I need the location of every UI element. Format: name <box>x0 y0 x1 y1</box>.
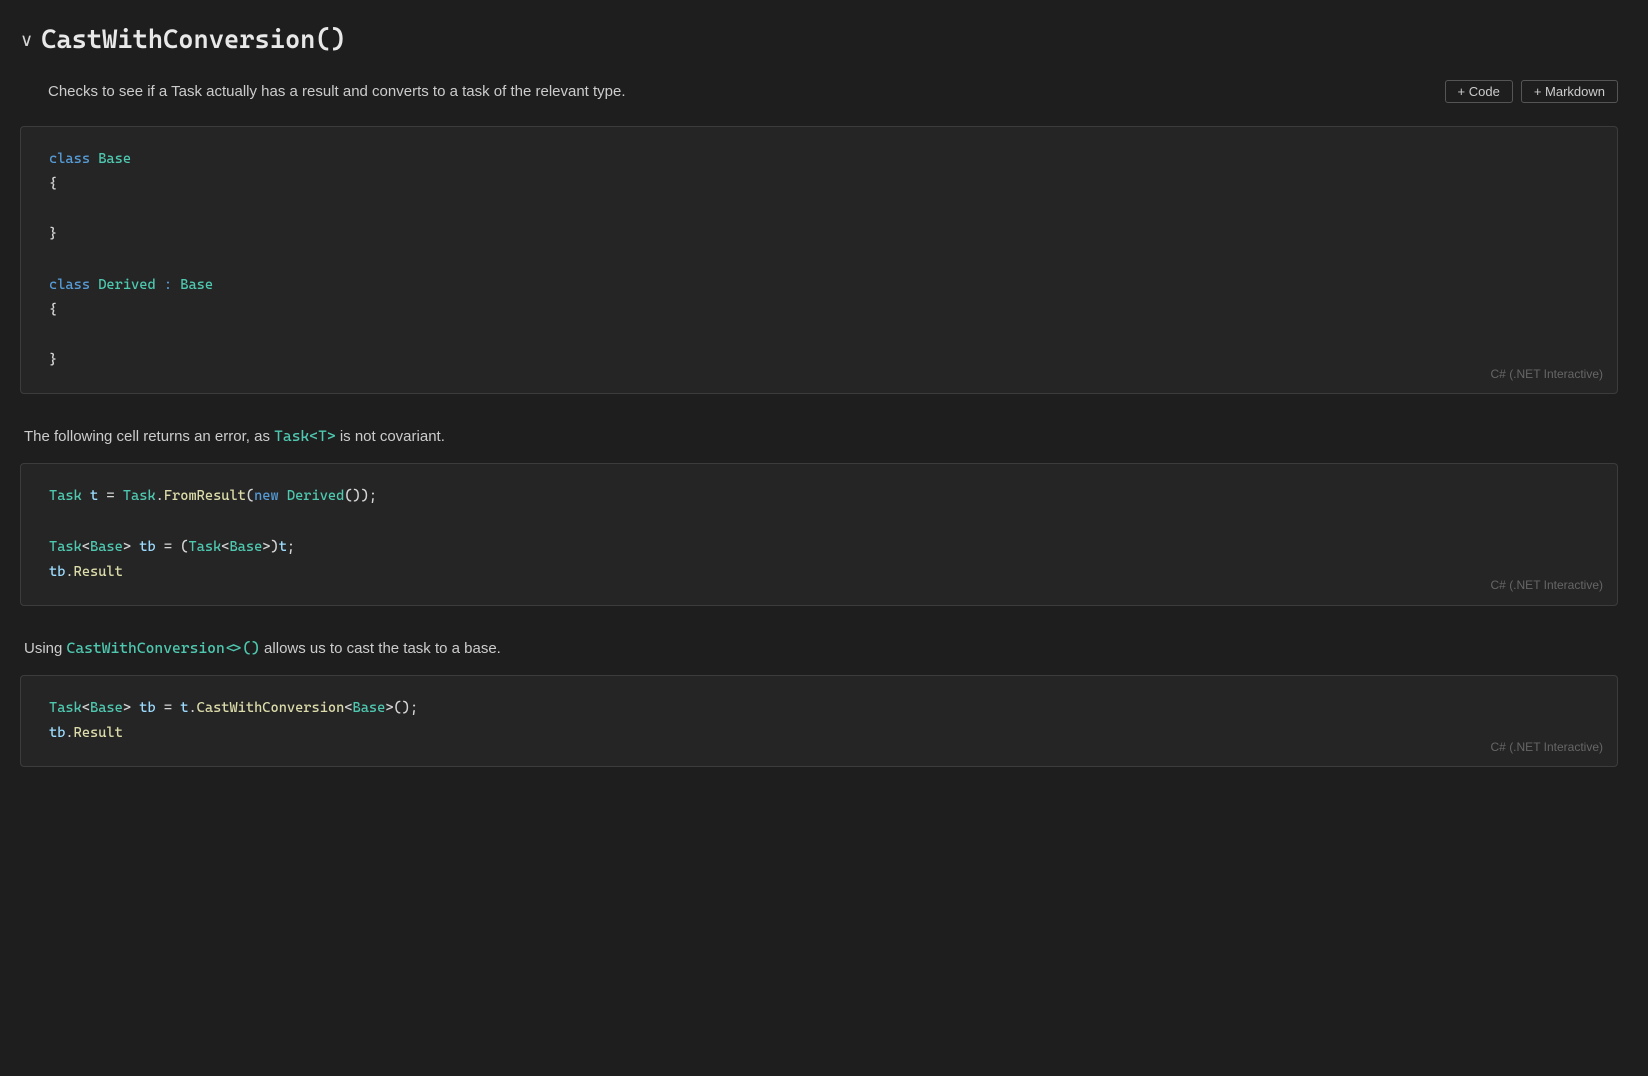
code-token: t <box>90 488 98 504</box>
code-line: Task<Base> tb = t.CastWithConversion<Bas… <box>49 696 1589 721</box>
code-token: CastWithConversion <box>197 700 345 716</box>
chevron-icon[interactable]: ∨ <box>20 26 33 55</box>
code-token <box>156 277 164 293</box>
code-line: { <box>49 172 1589 197</box>
section-header: ∨ CastWithConversion() <box>20 20 1618 62</box>
code-token: } <box>49 226 57 242</box>
code-token: > <box>123 539 139 555</box>
code-token: >) <box>262 539 278 555</box>
code-token: >(); <box>385 700 418 716</box>
prose2-before: The following cell returns an error, as <box>24 428 274 445</box>
code-line: Task t = Task.FromResult(new Derived()); <box>49 484 1589 509</box>
prose3-before: Using <box>24 640 67 657</box>
add-markdown-button[interactable]: + Markdown <box>1521 80 1618 103</box>
code-token: . <box>65 564 73 580</box>
toolbar: + Code + Markdown <box>1445 80 1618 103</box>
code-line: } <box>49 348 1589 373</box>
empty-line <box>49 323 1589 348</box>
code-token: tb <box>49 725 65 741</box>
code-token: Base <box>180 277 213 293</box>
code-token <box>90 277 98 293</box>
code-token: Task <box>188 539 221 555</box>
code-token: Task <box>123 488 156 504</box>
add-code-button[interactable]: + Code <box>1445 80 1513 103</box>
code-token: < <box>344 700 352 716</box>
code-token: < <box>82 700 90 716</box>
code-line: class Base <box>49 147 1589 172</box>
code-token: class <box>49 151 90 167</box>
prose3-highlight: CastWithConversion<>() <box>67 639 260 657</box>
prose-toolbar-row: 🖐 Checks to see if a Task actually has a… <box>20 80 1618 118</box>
code-lines-1: class Base {} class Derived : Base {} <box>49 147 1589 374</box>
code-token: Derived <box>98 277 155 293</box>
lang-label-3: C# (.NET Interactive) <box>1491 737 1603 759</box>
code-token: Base <box>90 700 123 716</box>
code-token <box>279 488 287 504</box>
code-token <box>90 151 98 167</box>
prose-text-1: Checks to see if a Task actually has a r… <box>20 80 1445 104</box>
code-token: < <box>82 539 90 555</box>
code-token: Task <box>49 539 82 555</box>
code-token: Base <box>98 151 131 167</box>
code-token: Base <box>90 539 123 555</box>
code-lines-2: Task t = Task.FromResult(new Derived());… <box>49 484 1589 585</box>
code-token: . <box>188 700 196 716</box>
page-container: ∨ CastWithConversion() 🖐 Checks to see i… <box>0 0 1648 837</box>
section-title: CastWithConversion() <box>41 20 346 62</box>
code-block-3: Task<Base> tb = t.CastWithConversion<Bas… <box>20 675 1618 767</box>
code-token: { <box>49 302 57 318</box>
code-lines-3: Task<Base> tb = t.CastWithConversion<Bas… <box>49 696 1589 746</box>
code-line: class Derived : Base <box>49 273 1589 298</box>
code-token: Derived <box>287 488 344 504</box>
code-line: } <box>49 222 1589 247</box>
empty-line <box>49 247 1589 272</box>
code-token <box>82 488 90 504</box>
code-token: . <box>65 725 73 741</box>
code-token: = <box>98 488 123 504</box>
code-token: Result <box>74 564 123 580</box>
lang-label-1: C# (.NET Interactive) <box>1491 364 1603 386</box>
code-token: ( <box>246 488 254 504</box>
code-block-1: class Base {} class Derived : Base {} C# (.… <box>20 126 1618 395</box>
code-token: } <box>49 352 57 368</box>
code-token: tb <box>49 564 65 580</box>
prose2-highlight: Task<T> <box>274 427 336 445</box>
code-token: new <box>254 488 279 504</box>
code-token: tb <box>139 539 155 555</box>
code-token: { <box>49 176 57 192</box>
code-token: class <box>49 277 90 293</box>
code-token: Base <box>353 700 386 716</box>
prose-text-2: The following cell returns an error, as … <box>20 424 1618 449</box>
code-token: tb <box>139 700 155 716</box>
code-line: { <box>49 298 1589 323</box>
code-line: Task<Base> tb = (Task<Base>)t; <box>49 535 1589 560</box>
empty-line <box>49 197 1589 222</box>
lang-label-2: C# (.NET Interactive) <box>1491 575 1603 597</box>
code-token: Task <box>49 488 82 504</box>
code-token: . <box>156 488 164 504</box>
code-token: t <box>279 539 287 555</box>
code-line: tb.Result <box>49 560 1589 585</box>
code-token: > <box>123 700 139 716</box>
code-token: FromResult <box>164 488 246 504</box>
code-token: Task <box>49 700 82 716</box>
code-token: = ( <box>156 539 189 555</box>
prose2-after: is not covariant. <box>336 428 445 445</box>
code-block-2: Task t = Task.FromResult(new Derived());… <box>20 463 1618 606</box>
code-token: ; <box>287 539 295 555</box>
prose-text-3: Using CastWithConversion<>() allows us t… <box>20 636 1618 661</box>
code-token: ()); <box>344 488 377 504</box>
code-token: = <box>156 700 181 716</box>
empty-line <box>49 509 1589 534</box>
prose3-after: allows us to cast the task to a base. <box>260 640 501 657</box>
code-token: Result <box>74 725 123 741</box>
code-line: tb.Result <box>49 721 1589 746</box>
code-token: : <box>164 277 172 293</box>
code-token: Base <box>229 539 262 555</box>
